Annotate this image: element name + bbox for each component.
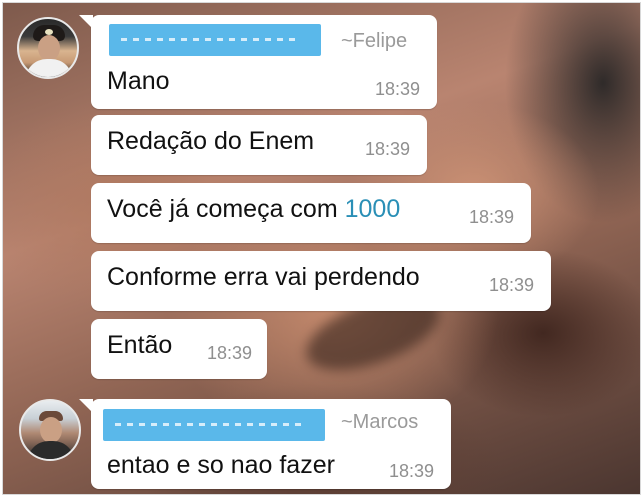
message-time: 18:39 [389, 461, 435, 481]
message-time: 18:39 [207, 343, 253, 363]
avatar-face [38, 35, 60, 61]
avatar-face [40, 417, 62, 443]
sender-name[interactable]: ~Marcos [341, 411, 418, 434]
avatar-marcos[interactable] [19, 399, 81, 461]
message-bubble[interactable]: Redação do Enem 18:39 [91, 115, 427, 175]
message-bubble[interactable]: Você já começa com 1000 18:39 [91, 183, 531, 243]
bubble-tail [79, 399, 93, 413]
avatar-shoulders [27, 441, 75, 459]
chat-screenshot: ~Felipe Mano 18:39 Redação do Enem 18:39… [2, 2, 641, 495]
avatar-felipe[interactable] [17, 17, 79, 79]
bubble-tail [79, 15, 93, 29]
message-bubble[interactable]: Conforme erra vai perdendo 18:39 [91, 251, 551, 311]
avatar-shoulders [25, 59, 73, 77]
message-bubble[interactable]: ~Marcos entao e so nao fazer 18:39 [79, 399, 451, 489]
message-text: Então [107, 331, 173, 359]
sender-name[interactable]: ~Felipe [341, 30, 407, 53]
message-text: entao e so nao fazer [107, 451, 335, 479]
message-text: Conforme erra vai perdendo [107, 263, 420, 291]
message-text: Redação do Enem [107, 127, 315, 155]
message-bubble[interactable]: Então 18:39 [91, 319, 267, 379]
redacted-phone-number [109, 24, 321, 56]
message-time: 18:39 [365, 139, 411, 159]
message-text: Você já começa com 1000 [107, 195, 400, 224]
message-text-part: Você já começa com [107, 195, 345, 223]
redacted-phone-number [103, 409, 325, 441]
message-time: 18:39 [489, 275, 535, 295]
highlighted-number[interactable]: 1000 [345, 195, 401, 223]
message-text: Mano [107, 67, 170, 95]
message-bubble[interactable]: ~Felipe Mano 18:39 [79, 15, 437, 109]
message-time: 18:39 [375, 79, 421, 99]
message-time: 18:39 [469, 207, 515, 227]
